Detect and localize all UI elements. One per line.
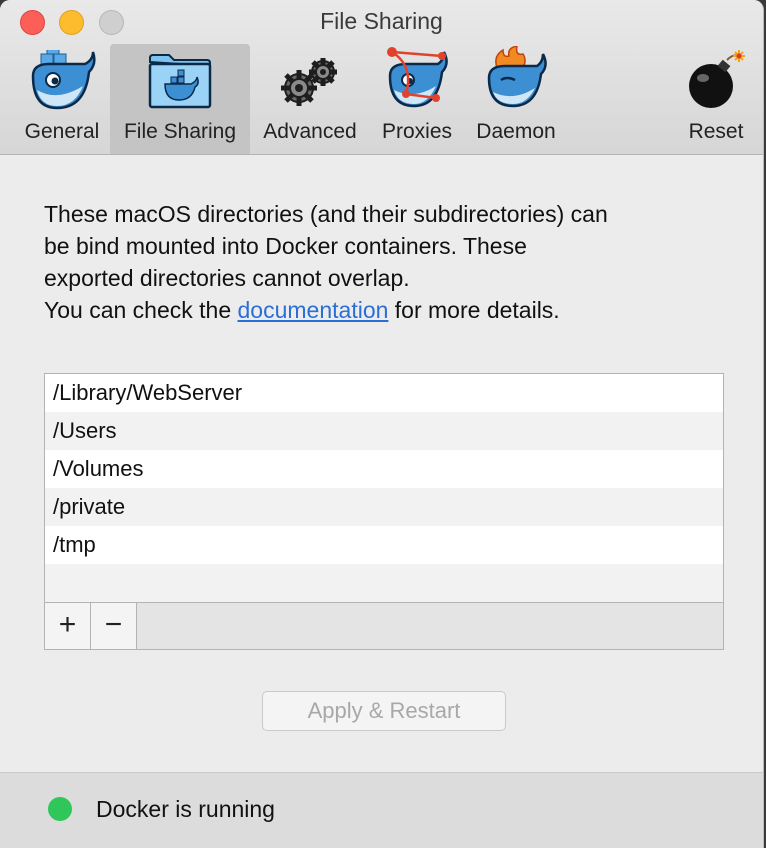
- description-line-4-suffix: for more details.: [388, 297, 560, 323]
- preferences-window: File Sharing General File Sharing Advanc…: [0, 0, 764, 848]
- tab-reset[interactable]: Reset: [676, 44, 756, 154]
- tab-daemon-label: Daemon: [476, 120, 556, 143]
- documentation-link[interactable]: documentation: [238, 297, 389, 323]
- fire-whale-icon: [487, 46, 547, 108]
- tab-file-sharing-label: File Sharing: [123, 120, 237, 143]
- tab-reset-label: Reset: [688, 120, 744, 143]
- list-item[interactable]: /tmp: [45, 526, 723, 564]
- remove-directory-button[interactable]: −: [91, 603, 137, 649]
- status-indicator-icon: [48, 797, 72, 821]
- description-line-4-prefix: You can check the: [44, 297, 238, 323]
- window-title: File Sharing: [320, 8, 443, 34]
- add-directory-button[interactable]: +: [45, 603, 91, 649]
- tab-proxies-label: Proxies: [381, 120, 453, 143]
- list-footer: + −: [45, 602, 723, 649]
- list-item[interactable]: /Volumes: [45, 450, 723, 488]
- description-line-1: These macOS directories (and their subdi…: [44, 201, 608, 227]
- list-item[interactable]: /private: [45, 488, 723, 526]
- status-bar: Docker is running: [0, 772, 763, 848]
- docker-whale-icon: [31, 50, 96, 110]
- status-text: Docker is running: [96, 796, 275, 822]
- tab-general[interactable]: General: [14, 44, 110, 154]
- tab-advanced-label: Advanced: [263, 120, 357, 143]
- shared-directories-list: /Library/WebServer /Users /Volumes /priv…: [44, 373, 724, 650]
- list-item[interactable]: /Users: [45, 412, 723, 450]
- description-line-3: exported directories cannot overlap.: [44, 265, 410, 291]
- description-line-4: You can check the documentation for more…: [44, 294, 734, 326]
- description-text: These macOS directories (and their subdi…: [44, 198, 734, 326]
- tab-advanced[interactable]: Advanced: [254, 44, 366, 154]
- tab-daemon[interactable]: Daemon: [466, 44, 566, 154]
- apply-restart-button[interactable]: Apply & Restart: [262, 691, 506, 731]
- list-item[interactable]: /Library/WebServer: [45, 374, 723, 412]
- description-line-2: be bind mounted into Docker containers. …: [44, 233, 527, 259]
- tab-general-label: General: [24, 120, 100, 143]
- empty-list-row: [45, 564, 723, 602]
- network-whale-icon: [387, 47, 448, 108]
- title-bar: File Sharing General File Sharing Advanc…: [0, 0, 763, 155]
- bomb-icon: [689, 50, 745, 108]
- tab-file-sharing[interactable]: File Sharing: [110, 44, 250, 154]
- folder-whale-icon: [148, 54, 212, 109]
- tab-proxies[interactable]: Proxies: [372, 44, 462, 154]
- gears-icon: [281, 58, 337, 106]
